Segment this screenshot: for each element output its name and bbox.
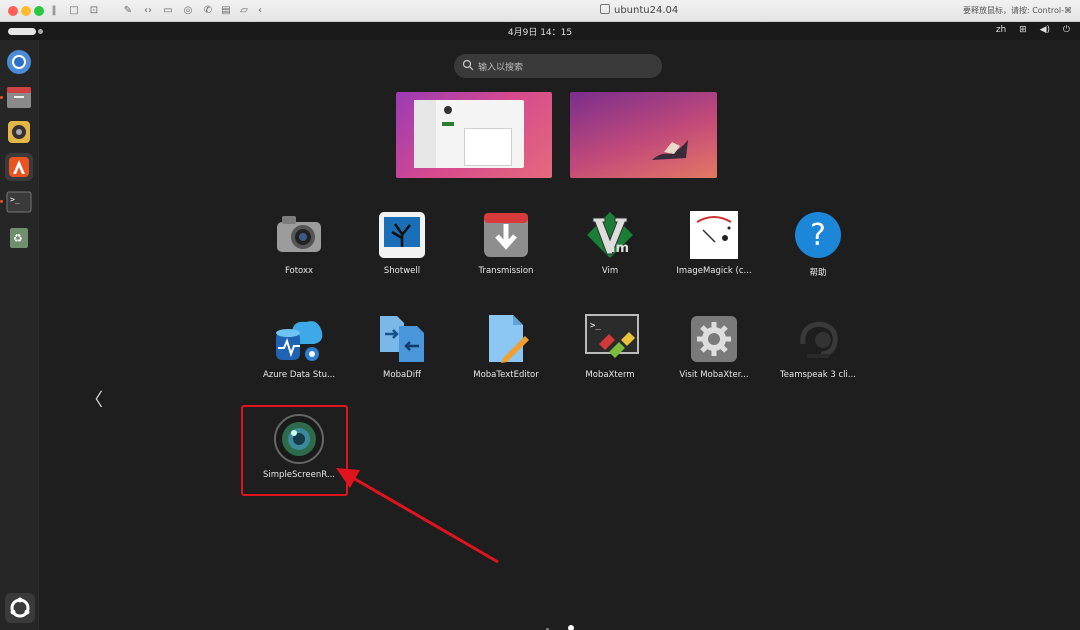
mobaxterm-icon: >_ (585, 314, 639, 364)
host-title-text: ubuntu24.04 (614, 5, 679, 16)
app-teamspeak[interactable]: Teamspeak 3 cli... (766, 314, 870, 380)
app-azure-data-studio[interactable]: Azure Data Stu... (247, 314, 351, 380)
app-label: Transmission (478, 266, 534, 276)
wrench-icon[interactable]: ✎ (122, 5, 134, 17)
camera-icon (274, 210, 324, 260)
gnome-top-bar: 4月9日 14：15 zh ⊞ ◀) ⏻ (0, 22, 1080, 40)
app-label: MobaTextEditor (473, 370, 539, 380)
drive-icon[interactable]: ▭ (162, 5, 174, 17)
settings-icon[interactable]: ⊡ (88, 5, 100, 17)
running-indicator (0, 96, 3, 99)
dock-trash[interactable]: ♻ (5, 223, 33, 251)
ubuntu-logo-icon (10, 597, 30, 618)
azure-data-studio-icon (274, 314, 324, 364)
svg-text:>_: >_ (590, 321, 601, 331)
app-transmission[interactable]: Transmission (454, 210, 558, 276)
app-label: 帮助 (809, 268, 827, 278)
svg-text:♻: ♻ (13, 232, 23, 245)
host-window-title: ubuntu24.04 (600, 4, 678, 16)
zoom-window-button[interactable] (34, 6, 44, 16)
svg-text:im: im (611, 241, 629, 256)
dock-files[interactable] (5, 83, 33, 111)
power-icon[interactable]: ⏻ (1063, 25, 1070, 35)
help-icon: ? (793, 210, 843, 260)
mobadiff-icon (377, 314, 427, 364)
app-label: Teamspeak 3 cli... (780, 370, 856, 380)
display-icon[interactable]: ▤ (220, 5, 232, 17)
input-language[interactable]: zh (996, 25, 1006, 35)
phone-icon[interactable]: ✆ (202, 5, 214, 17)
speaker-icon (8, 121, 30, 143)
vim-icon: im (585, 210, 635, 260)
app-label: Azure Data Stu... (262, 370, 336, 380)
shared-folder-icon[interactable]: ▱ (238, 5, 250, 17)
gear-icon (689, 314, 739, 364)
volume-icon[interactable]: ◀) (1040, 25, 1050, 35)
app-vim[interactable]: im Vim (558, 210, 662, 276)
dock-terminal[interactable]: >_ (5, 188, 33, 216)
app-label: MobaXterm (585, 370, 635, 380)
trash-icon: ♻ (10, 228, 28, 248)
imagemagick-icon (689, 210, 739, 260)
system-tray[interactable]: zh ⊞ ◀) ⏻ (986, 25, 1070, 35)
teamspeak-icon (793, 314, 843, 364)
app-mobaxterm[interactable]: >_ MobaXterm (558, 314, 662, 380)
annotation-arrow (336, 468, 499, 564)
minimize-window-button[interactable] (21, 6, 31, 16)
app-fotoxx[interactable]: Fotoxx (247, 210, 351, 276)
app-center-icon (9, 157, 29, 177)
search-icon (462, 59, 474, 71)
close-window-button[interactable] (8, 6, 18, 16)
page-dot-2[interactable] (568, 625, 575, 630)
network-icon[interactable]: ⊞ (1019, 25, 1027, 35)
app-label: Shotwell (383, 266, 421, 276)
app-label: Fotoxx (284, 266, 314, 276)
code-icon[interactable]: ‹› (142, 5, 154, 17)
transmission-icon (481, 210, 531, 260)
svg-text:>_: >_ (10, 195, 20, 204)
chromium-icon (7, 50, 31, 74)
back-icon[interactable]: ‹ (254, 5, 266, 17)
dock-chromium[interactable] (5, 48, 33, 76)
dock: >_ ♻ (0, 40, 39, 630)
pause-icon[interactable]: ‖ (48, 5, 60, 17)
dock-rhythmbox[interactable] (5, 118, 33, 146)
app-imagemagick[interactable]: ImageMagick (c... (662, 210, 766, 276)
app-mobadiff[interactable]: MobaDiff (350, 314, 454, 380)
shotwell-icon (377, 210, 427, 260)
camera-icon[interactable]: ◎ (182, 5, 194, 17)
dock-app-center[interactable] (5, 153, 33, 181)
app-label: MobaDiff (383, 370, 421, 380)
terminal-icon: >_ (6, 191, 32, 213)
clock[interactable]: 4月9日 14：15 (0, 25, 1080, 38)
app-visit-mobaxterm[interactable]: Visit MobaXter... (662, 314, 766, 380)
snapshot-icon[interactable]: □ (68, 5, 80, 17)
app-label: Visit MobaXter... (679, 370, 749, 380)
app-shotwell[interactable]: Shotwell (350, 210, 454, 276)
app-label: ImageMagick (c... (676, 266, 752, 276)
search-placeholder: 输入以搜索 (478, 63, 524, 73)
svg-text:?: ? (810, 218, 826, 253)
window-thumbnail[interactable] (414, 100, 524, 168)
text-editor-icon (481, 314, 531, 364)
release-mouse-hint: 要释放鼠标，请按: Control-⌘ (962, 6, 1072, 15)
workspace-thumbnail-1[interactable] (396, 92, 552, 178)
previous-page-chevron-icon[interactable]: 〈 (85, 386, 103, 412)
page-indicator (546, 616, 588, 630)
running-indicator (0, 200, 3, 203)
vm-icon (600, 4, 610, 14)
ubuntu-screen: 4月9日 14：15 zh ⊞ ◀) ⏻ >_ ♻ 输入以搜索 Fotoxx S… (0, 22, 1080, 630)
wallpaper-numbat-icon (652, 140, 688, 160)
app-help[interactable]: ? 帮助 (766, 210, 870, 278)
search-input[interactable]: 输入以搜索 (454, 54, 662, 78)
files-icon (7, 87, 31, 108)
workspace-thumbnail-2[interactable] (570, 92, 717, 178)
show-apps-button[interactable] (5, 593, 35, 623)
app-mobatexteditor[interactable]: MobaTextEditor (454, 314, 558, 380)
host-window-titlebar: ‖ □ ⊡ ✎ ‹› ▭ ◎ ✆ ▤ ▱ ‹ ubuntu24.04 要释放鼠标… (0, 0, 1080, 22)
app-label: Vim (601, 266, 619, 276)
